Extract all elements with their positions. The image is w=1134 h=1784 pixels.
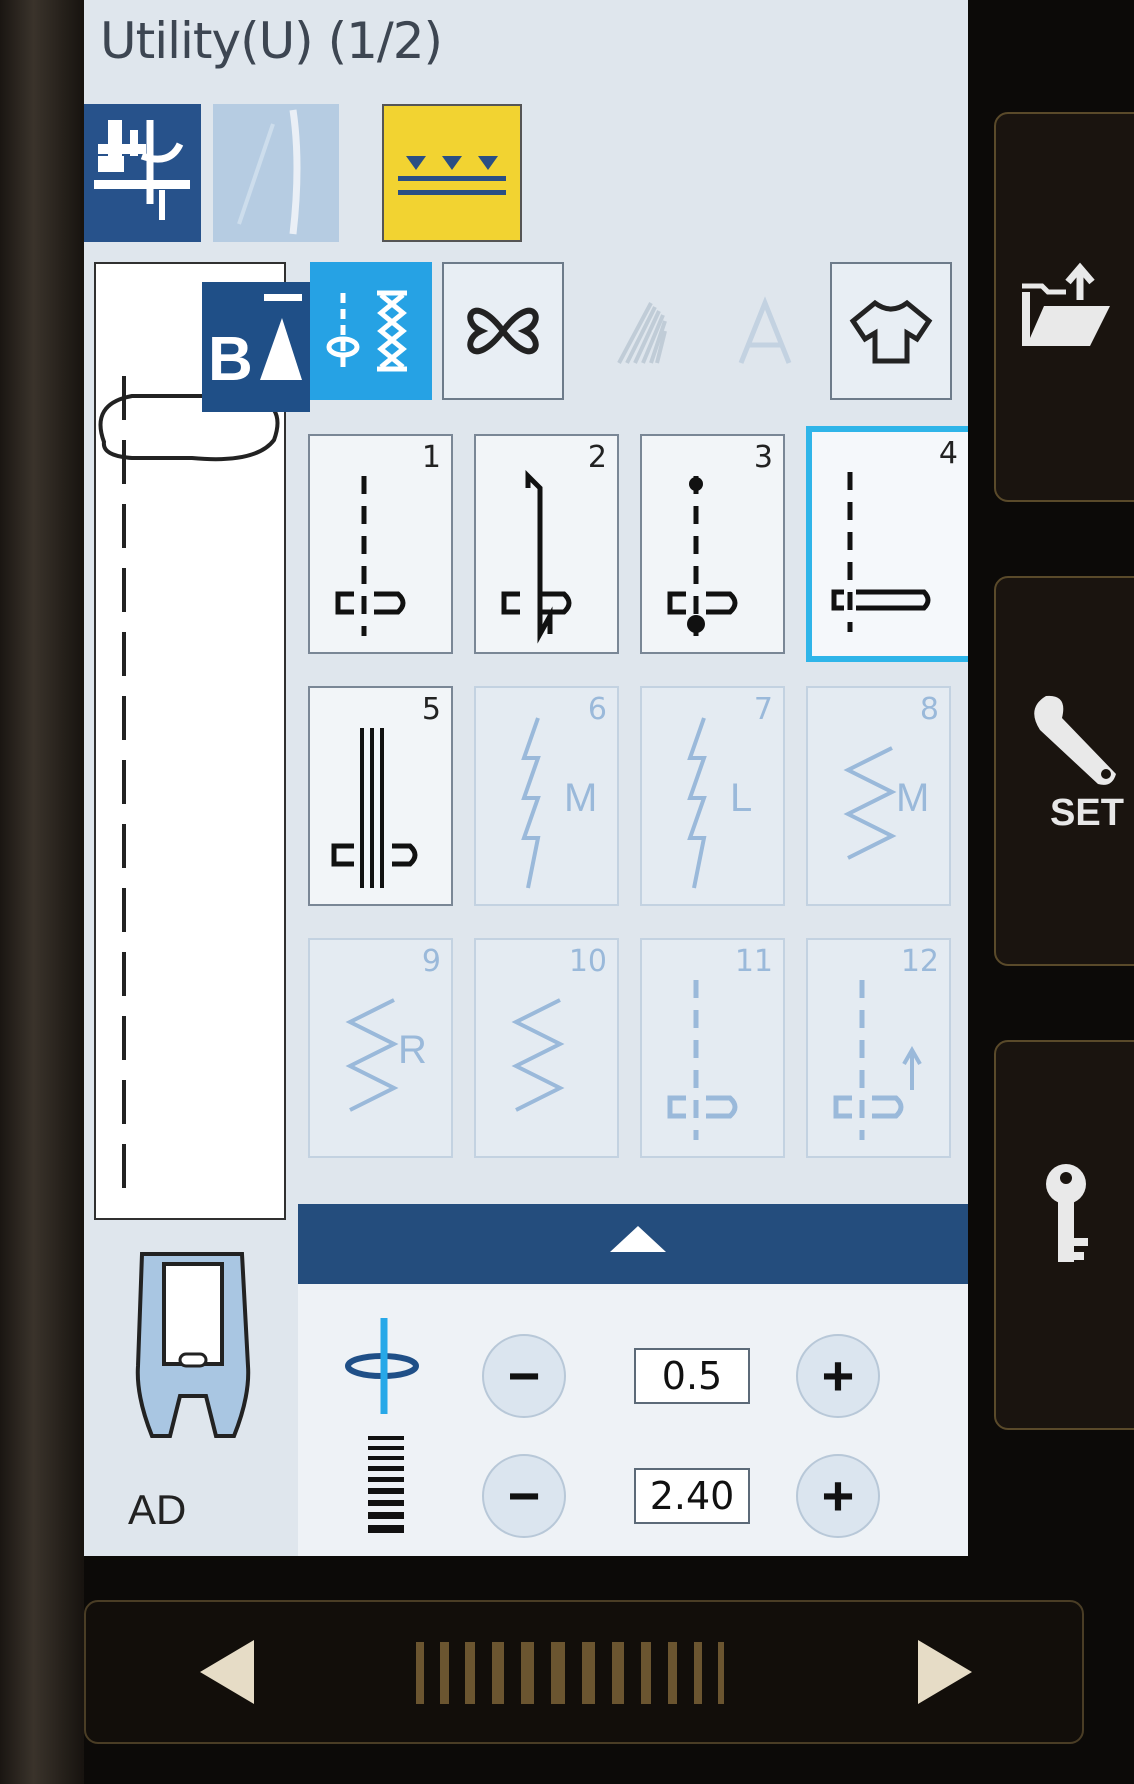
wrench-icon (1034, 695, 1116, 785)
stitch-pattern-3[interactable]: 3 (640, 434, 785, 654)
stitch-pattern-icon (335, 476, 406, 636)
left-bezel (0, 0, 84, 1784)
tab-utility-stitches[interactable] (310, 262, 432, 400)
slider-grip[interactable] (416, 1638, 776, 1710)
memory-export-button[interactable] (994, 112, 1134, 502)
feed-dog-mode-button[interactable] (382, 104, 522, 242)
stitch-pattern-icon (511, 998, 565, 1112)
stitch-pattern-12[interactable]: 12 (806, 938, 951, 1158)
stitch-pattern-icon (667, 980, 738, 1140)
presser-foot-mode-button[interactable] (84, 104, 201, 242)
stitch-pattern-2[interactable]: 2 (474, 434, 619, 654)
feed-dog-icon (398, 156, 506, 195)
svg-text:B: B (208, 325, 253, 394)
settings-label: SET (1050, 792, 1124, 834)
stitch-pattern-icon (687, 717, 707, 889)
triangle-left-icon[interactable] (196, 1636, 256, 1708)
triangle-right-icon[interactable] (916, 1636, 976, 1708)
stitch-pattern-5[interactable]: 5 (308, 686, 453, 906)
settings-button[interactable]: SET (994, 576, 1134, 966)
letter-a-icon (738, 296, 792, 364)
b-triangle-lock-icon: B (208, 294, 302, 394)
stitch-pattern-8[interactable]: 8M (806, 686, 951, 906)
stitch-pattern-1[interactable]: 1 (308, 434, 453, 654)
decorative-stitch-icon (467, 307, 539, 355)
stitch-pattern-icon (521, 717, 541, 889)
stitch-pattern-11[interactable]: 11 (640, 938, 785, 1158)
stitch-variant-label: M (896, 776, 930, 820)
speed-slider[interactable] (84, 1600, 1084, 1744)
stitch-variant-label: M (564, 776, 598, 820)
utility-stitch-icon (326, 290, 407, 372)
tab-letters[interactable] (704, 262, 826, 400)
stitch-pattern-6[interactable]: 6M (474, 686, 619, 906)
needle-position-value: 0.5 (634, 1348, 750, 1404)
presser-foot-icon (94, 120, 190, 220)
lcd-screen: Utility(U) (1/2) B AD 1 2 3 4 5 6 M 7 L … (84, 0, 968, 1556)
tab-decorative-stitches[interactable] (442, 262, 564, 400)
stitch-length-plus-button[interactable]: + (796, 1454, 880, 1538)
stitch-pattern-7[interactable]: 7L (640, 686, 785, 906)
lock-screen-button[interactable] (994, 1040, 1134, 1430)
ad-foot-icon (135, 1252, 251, 1438)
collapse-up-icon[interactable] (610, 1226, 666, 1252)
stitch-pattern-icon (843, 746, 897, 860)
lock-stitch-button[interactable]: B (202, 282, 310, 412)
settings-panel: − 0.5 + − 2.40 + (298, 1284, 968, 1556)
stitch-length-value: 2.40 (634, 1468, 750, 1524)
stitch-variant-label: R (398, 1028, 427, 1072)
key-icon (1046, 1164, 1088, 1262)
presser-foot-label: AD (128, 1486, 187, 1533)
needle-position-plus-button[interactable]: + (796, 1334, 880, 1418)
satin-stitch-icon (617, 302, 667, 364)
stitch-pattern-4[interactable]: 4 (806, 426, 968, 662)
stitch-pattern-icon (667, 476, 738, 636)
tab-satin-stitches[interactable] (580, 262, 702, 400)
presser-foot-indicator (124, 1246, 262, 1446)
stitch-pattern-icon (833, 980, 922, 1140)
stitch-length-minus-button[interactable]: − (482, 1454, 566, 1538)
needle-position-minus-button[interactable]: − (482, 1334, 566, 1418)
stitch-variant-label: L (730, 776, 753, 820)
stitch-pattern-icon (501, 469, 572, 644)
needle-position-icon (345, 1318, 419, 1414)
settings-panel-header[interactable] (298, 1204, 968, 1284)
stitch-pattern-10[interactable]: 10 (474, 938, 619, 1158)
tab-garment-sewing[interactable] (830, 262, 952, 400)
shirt-icon (849, 299, 933, 364)
stitch-pattern-icon (345, 998, 399, 1112)
stitch-length-icon (368, 1436, 404, 1533)
needle-mode-button[interactable] (213, 104, 339, 242)
stitch-pattern-9[interactable]: 9R (308, 938, 453, 1158)
page-title: Utility(U) (1/2) (100, 12, 443, 70)
needle-icon (237, 109, 301, 235)
stitch-pattern-icon (831, 472, 931, 632)
stitch-pattern-icon (331, 728, 418, 888)
folder-export-icon (1022, 262, 1110, 346)
